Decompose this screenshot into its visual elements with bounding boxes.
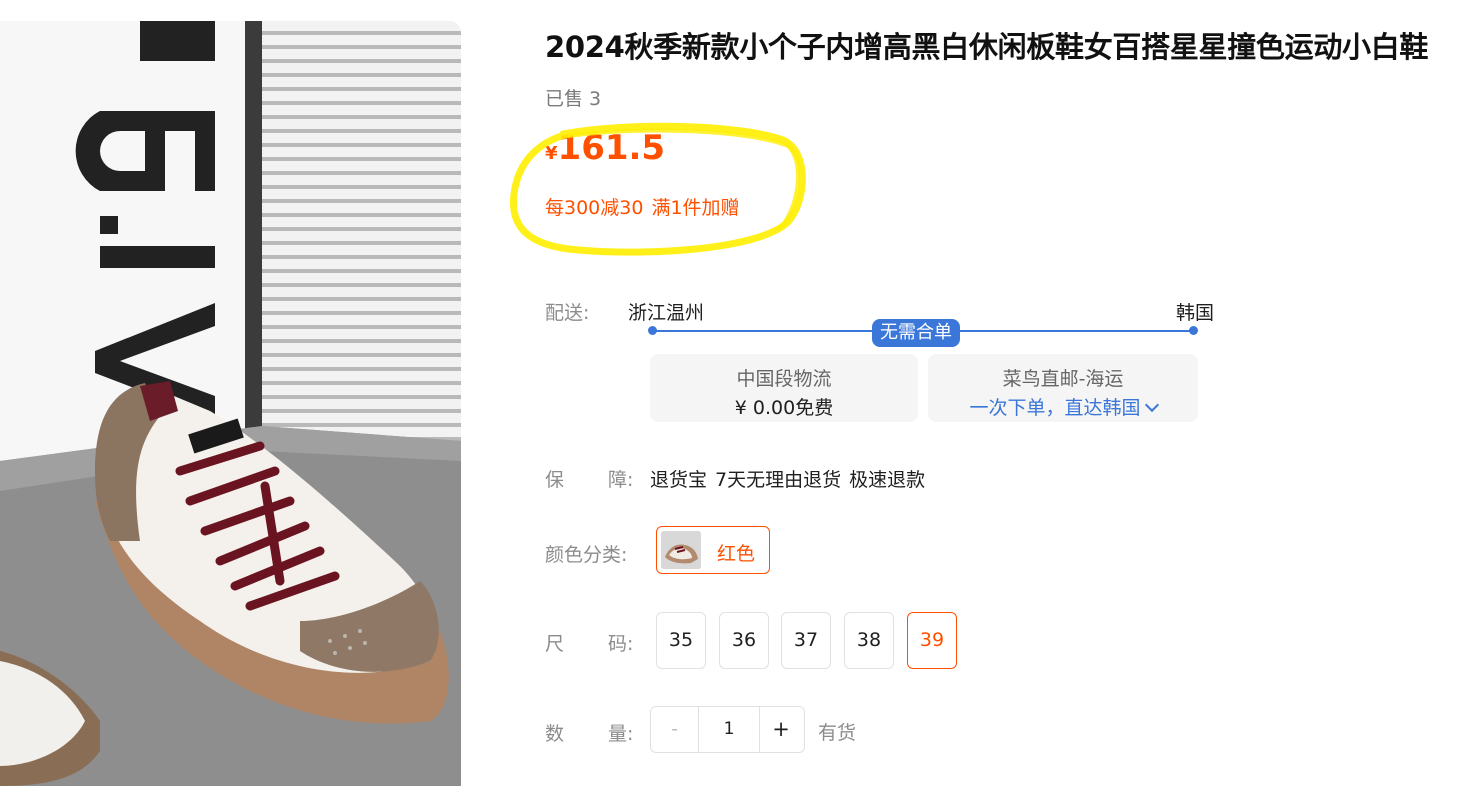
shipping-option-detail-link[interactable]: 一次下单，直达韩国 xyxy=(928,393,1198,420)
size-option-38[interactable]: 38 xyxy=(844,612,894,669)
guarantee-label-b: 障: xyxy=(608,469,634,491)
promo-gift: 满1件加赠 xyxy=(651,197,740,219)
quantity-input[interactable]: 1 xyxy=(698,707,760,752)
currency-symbol: ¥ xyxy=(545,143,558,164)
size-label-b: 码: xyxy=(608,633,634,655)
shipping-option-detail: 一次下单，直达韩国 xyxy=(969,397,1141,419)
color-option-label: 红色 xyxy=(717,543,756,565)
shipping-option-title: 中国段物流 xyxy=(736,368,832,390)
guarantee-7day-return: 7天无理由退货 xyxy=(715,469,842,491)
size-option-36[interactable]: 36 xyxy=(719,612,769,669)
shipping-option-price: ¥ 0.00免费 xyxy=(734,397,834,419)
quantity-label: 数 量: xyxy=(545,719,633,746)
sneaker-photo xyxy=(0,21,461,786)
guarantee-label: 保 障: xyxy=(545,465,633,492)
color-option-red[interactable]: 红色 xyxy=(656,526,770,574)
chevron-down-icon xyxy=(1144,397,1159,413)
sold-label: 已售 xyxy=(545,88,584,110)
size-label-a: 尺 xyxy=(545,633,565,655)
no-combine-badge: 无需合单 xyxy=(872,319,960,347)
quantity-increase-button[interactable]: + xyxy=(758,707,804,752)
shipping-option-china-logistics[interactable]: 中国段物流 ¥ 0.00免费 xyxy=(650,354,918,422)
promo-discount: 每300减30 xyxy=(545,197,644,219)
price: ¥161.5 xyxy=(545,128,665,168)
shipping-option-title: 菜鸟直邮-海运 xyxy=(1002,368,1124,390)
route-end-dot xyxy=(1189,326,1198,335)
sold-number: 3 xyxy=(589,88,602,110)
size-option-37[interactable]: 37 xyxy=(781,612,831,669)
size-label: 尺 码: xyxy=(545,629,633,656)
price-amount: 161.5 xyxy=(557,128,666,168)
quantity-stepper: - 1 + xyxy=(650,706,805,753)
promotion-text[interactable]: 每300减30 满1件加赠 xyxy=(545,193,740,220)
quantity-label-a: 数 xyxy=(545,723,565,745)
delivery-label: 配送: xyxy=(545,302,590,324)
size-option-39[interactable]: 39 xyxy=(907,612,957,669)
route-start-dot xyxy=(648,326,657,335)
shipping-option-cainiao[interactable]: 菜鸟直邮-海运 一次下单，直达韩国 xyxy=(928,354,1198,422)
ship-to: 韩国 xyxy=(1176,302,1215,324)
guarantee-fast-refund: 极速退款 xyxy=(849,469,926,491)
quantity-decrease-button[interactable]: - xyxy=(651,707,698,752)
sold-count: 已售 3 xyxy=(545,84,601,111)
size-option-35[interactable]: 35 xyxy=(656,612,706,669)
quantity-label-b: 量: xyxy=(608,723,634,745)
ship-from: 浙江温州 xyxy=(628,302,705,324)
guarantee-return-insurance: 退货宝 xyxy=(650,469,708,491)
price-block: ¥161.5 xyxy=(545,128,665,168)
guarantee-list[interactable]: 退货宝 7天无理由退货 极速退款 xyxy=(650,465,925,492)
product-title: 2024秋季新款小个子内增高黑白休闲板鞋女百搭星星撞色运动小白鞋 xyxy=(545,30,1429,64)
product-main-image[interactable] xyxy=(0,21,461,786)
guarantee-label-a: 保 xyxy=(545,469,565,491)
stock-status: 有货 xyxy=(818,722,857,744)
color-label: 颜色分类: xyxy=(545,544,628,566)
color-thumbnail xyxy=(661,531,701,569)
